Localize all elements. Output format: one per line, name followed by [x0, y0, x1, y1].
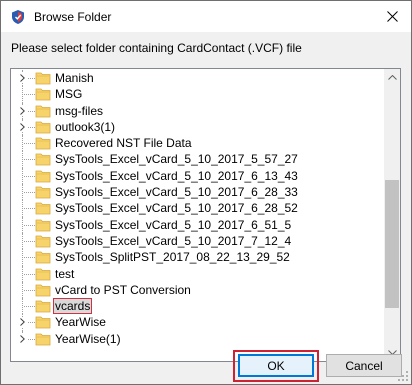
- tree-row[interactable]: SysTools_Excel_vCard_5_10_2017_6_28_33: [11, 184, 385, 201]
- close-button[interactable]: [377, 3, 407, 30]
- systools-app-icon: [12, 10, 24, 24]
- folder-label: SysTools_Excel_vCard_5_10_2017_6_51_5: [55, 217, 292, 232]
- tree-row[interactable]: SysTools_Excel_vCard_5_10_2017_6_51_5: [11, 216, 385, 233]
- vertical-scrollbar[interactable]: [384, 69, 400, 361]
- ok-button[interactable]: OK: [238, 354, 314, 377]
- folder-icon: [35, 105, 51, 117]
- cancel-button[interactable]: Cancel: [326, 354, 402, 377]
- tree-connector-line: [22, 298, 23, 315]
- folder-label: test: [55, 266, 75, 281]
- title-bar[interactable]: Browse Folder: [1, 1, 411, 32]
- folder-icon: [35, 137, 51, 150]
- tree-connector-line: [22, 232, 23, 250]
- folder-tree-rows: Manish MSG msg-files outlook3(1) Recovered N…: [11, 70, 385, 347]
- tree-branch-line: [24, 224, 35, 226]
- folder-label: SysTools_Excel_vCard_5_10_2017_6_28_52: [55, 201, 298, 216]
- folder-label: MSG: [55, 87, 83, 102]
- folder-icon: [35, 186, 51, 199]
- tree-branch-line: [24, 208, 35, 210]
- tree-branch-line: [24, 159, 35, 161]
- tree-branch-line: [24, 143, 35, 145]
- resize-grip-icon[interactable]: [397, 370, 409, 382]
- folder-label: SysTools_Excel_vCard_5_10_2017_6_28_33: [55, 185, 298, 200]
- close-icon: [386, 11, 398, 22]
- tree-connector-line: [22, 281, 23, 299]
- folder-label: YearWise(1): [55, 331, 121, 346]
- expand-chevron-icon[interactable]: [17, 333, 27, 344]
- tree-row[interactable]: SysTools_Excel_vCard_5_10_2017_6_28_52: [11, 200, 385, 217]
- tree-connector-line: [22, 216, 23, 233]
- tree-branch-line: [24, 289, 35, 291]
- tree-row[interactable]: vcards: [11, 298, 385, 315]
- folder-icon: [35, 333, 51, 346]
- expand-chevron-icon[interactable]: [17, 317, 27, 328]
- tree-connector-line: [22, 167, 23, 185]
- folder-label: SysTools_Excel_vCard_5_10_2017_5_57_27: [55, 152, 298, 167]
- folder-label: Manish: [55, 71, 94, 85]
- expand-chevron-icon[interactable]: [17, 73, 27, 83]
- expand-chevron-icon[interactable]: [17, 121, 27, 132]
- tree-row[interactable]: SysTools_Excel_vCard_5_10_2017_6_13_43: [11, 167, 385, 185]
- folder-label: SysTools_SplitPST_2017_08_22_13_29_52: [55, 250, 290, 265]
- folder-label: vCard to PST Conversion: [55, 282, 191, 297]
- chevron-up-icon: [387, 75, 397, 80]
- folder-icon: [35, 154, 51, 166]
- folder-label: SysTools_Excel_vCard_5_10_2017_7_12_4: [55, 233, 292, 248]
- tree-row[interactable]: YearWise(1): [11, 330, 385, 347]
- tree-branch-line: [24, 94, 35, 96]
- dialog-title: Browse Folder: [34, 10, 112, 24]
- folder-label: msg-files: [55, 103, 104, 118]
- folder-label: YearWise: [55, 315, 106, 330]
- tree-branch-line: [24, 192, 35, 194]
- tree-branch-line: [24, 273, 35, 275]
- tree-row[interactable]: Recovered NST File Data: [11, 135, 385, 152]
- folder-icon: [35, 72, 51, 85]
- tree-connector-line: [22, 135, 23, 152]
- tree-row[interactable]: SysTools_Excel_vCard_5_10_2017_7_12_4: [11, 232, 385, 250]
- tree-row[interactable]: Manish: [11, 70, 385, 87]
- tree-row[interactable]: vCard to PST Conversion: [11, 281, 385, 299]
- tree-branch-line: [24, 306, 35, 308]
- tree-connector-line: [22, 184, 23, 201]
- folder-icon: [35, 251, 51, 264]
- folder-icon: [35, 202, 51, 215]
- folder-label: outlook3(1): [55, 119, 116, 134]
- folder-label: Recovered NST File Data: [55, 136, 192, 151]
- instruction-text: Please select folder containing CardCont…: [11, 41, 302, 55]
- tree-connector-line: [22, 265, 23, 282]
- folder-icon: [35, 317, 51, 329]
- folder-icon: [35, 170, 51, 183]
- tree-branch-line: [24, 240, 35, 242]
- folder-icon: [35, 219, 51, 232]
- expand-chevron-icon[interactable]: [17, 105, 27, 116]
- tree-connector-line: [22, 86, 23, 103]
- tree-branch-line: [24, 175, 35, 177]
- folder-icon: [35, 284, 51, 297]
- dialog-body: Please select folder containing CardCont…: [1, 32, 411, 384]
- folder-tree[interactable]: Manish MSG msg-files outlook3(1) Recovered N…: [10, 68, 401, 362]
- folder-icon: [35, 268, 51, 280]
- tree-row[interactable]: SysTools_SplitPST_2017_08_22_13_29_52: [11, 249, 385, 266]
- tree-row[interactable]: outlook3(1): [11, 118, 385, 136]
- scroll-up-button[interactable]: [384, 69, 400, 86]
- folder-label: vcards: [52, 298, 93, 315]
- folder-icon: [35, 88, 51, 101]
- browse-folder-dialog: Browse Folder Please select folder conta…: [0, 0, 412, 385]
- tree-connector-line: [22, 200, 23, 217]
- folder-icon: [35, 235, 51, 248]
- tree-row[interactable]: test: [11, 265, 385, 282]
- folder-label: SysTools_Excel_vCard_5_10_2017_6_13_43: [55, 168, 298, 183]
- tree-row[interactable]: msg-files: [11, 102, 385, 119]
- tree-connector-line: [22, 249, 23, 266]
- tree-branch-line: [24, 257, 35, 259]
- tree-row[interactable]: SysTools_Excel_vCard_5_10_2017_5_57_27: [11, 151, 385, 168]
- scroll-thumb[interactable]: [385, 179, 399, 308]
- folder-icon: [35, 300, 51, 313]
- tree-row[interactable]: YearWise: [11, 314, 385, 331]
- folder-icon: [35, 121, 51, 134]
- tree-row[interactable]: MSG: [11, 86, 385, 103]
- tree-connector-line: [22, 151, 23, 168]
